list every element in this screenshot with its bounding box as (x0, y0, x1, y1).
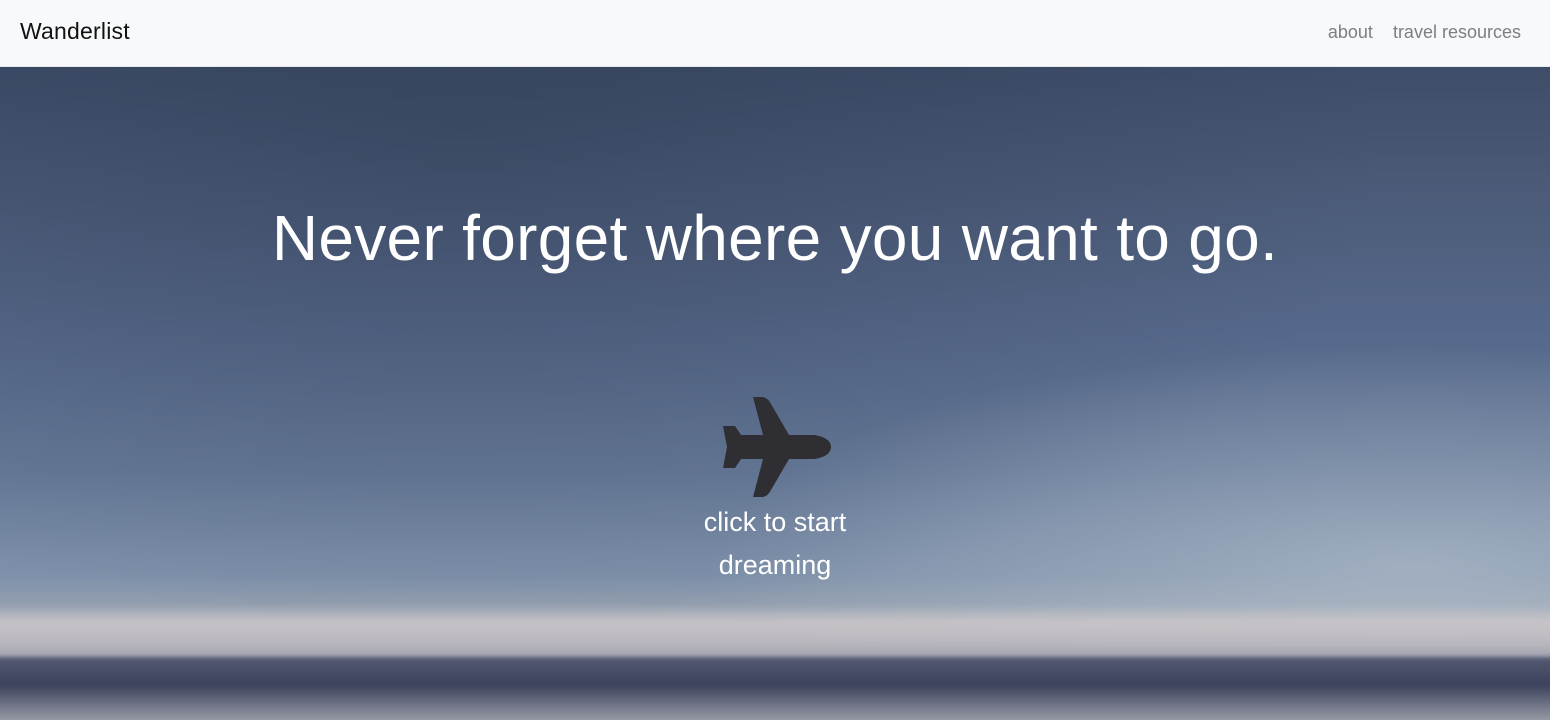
nav-link-about[interactable]: about (1328, 22, 1373, 43)
nav-links: about travel resources (1328, 22, 1521, 43)
start-dreaming-label: click to start dreaming (703, 507, 847, 580)
start-dreaming-button[interactable]: click to start dreaming (665, 397, 885, 587)
nav-link-travel-resources[interactable]: travel resources (1393, 22, 1521, 43)
brand-logo-link[interactable]: Wanderlist (20, 18, 130, 45)
hero-headline: Never forget where you want to go. (271, 202, 1279, 274)
airplane-icon (723, 397, 831, 497)
hero-cloud-shadow (0, 657, 1550, 720)
hero-cloud-band (0, 605, 1550, 665)
top-navbar: Wanderlist about travel resources (0, 0, 1550, 67)
hero-section: Never forget where you want to go. click… (0, 67, 1550, 720)
